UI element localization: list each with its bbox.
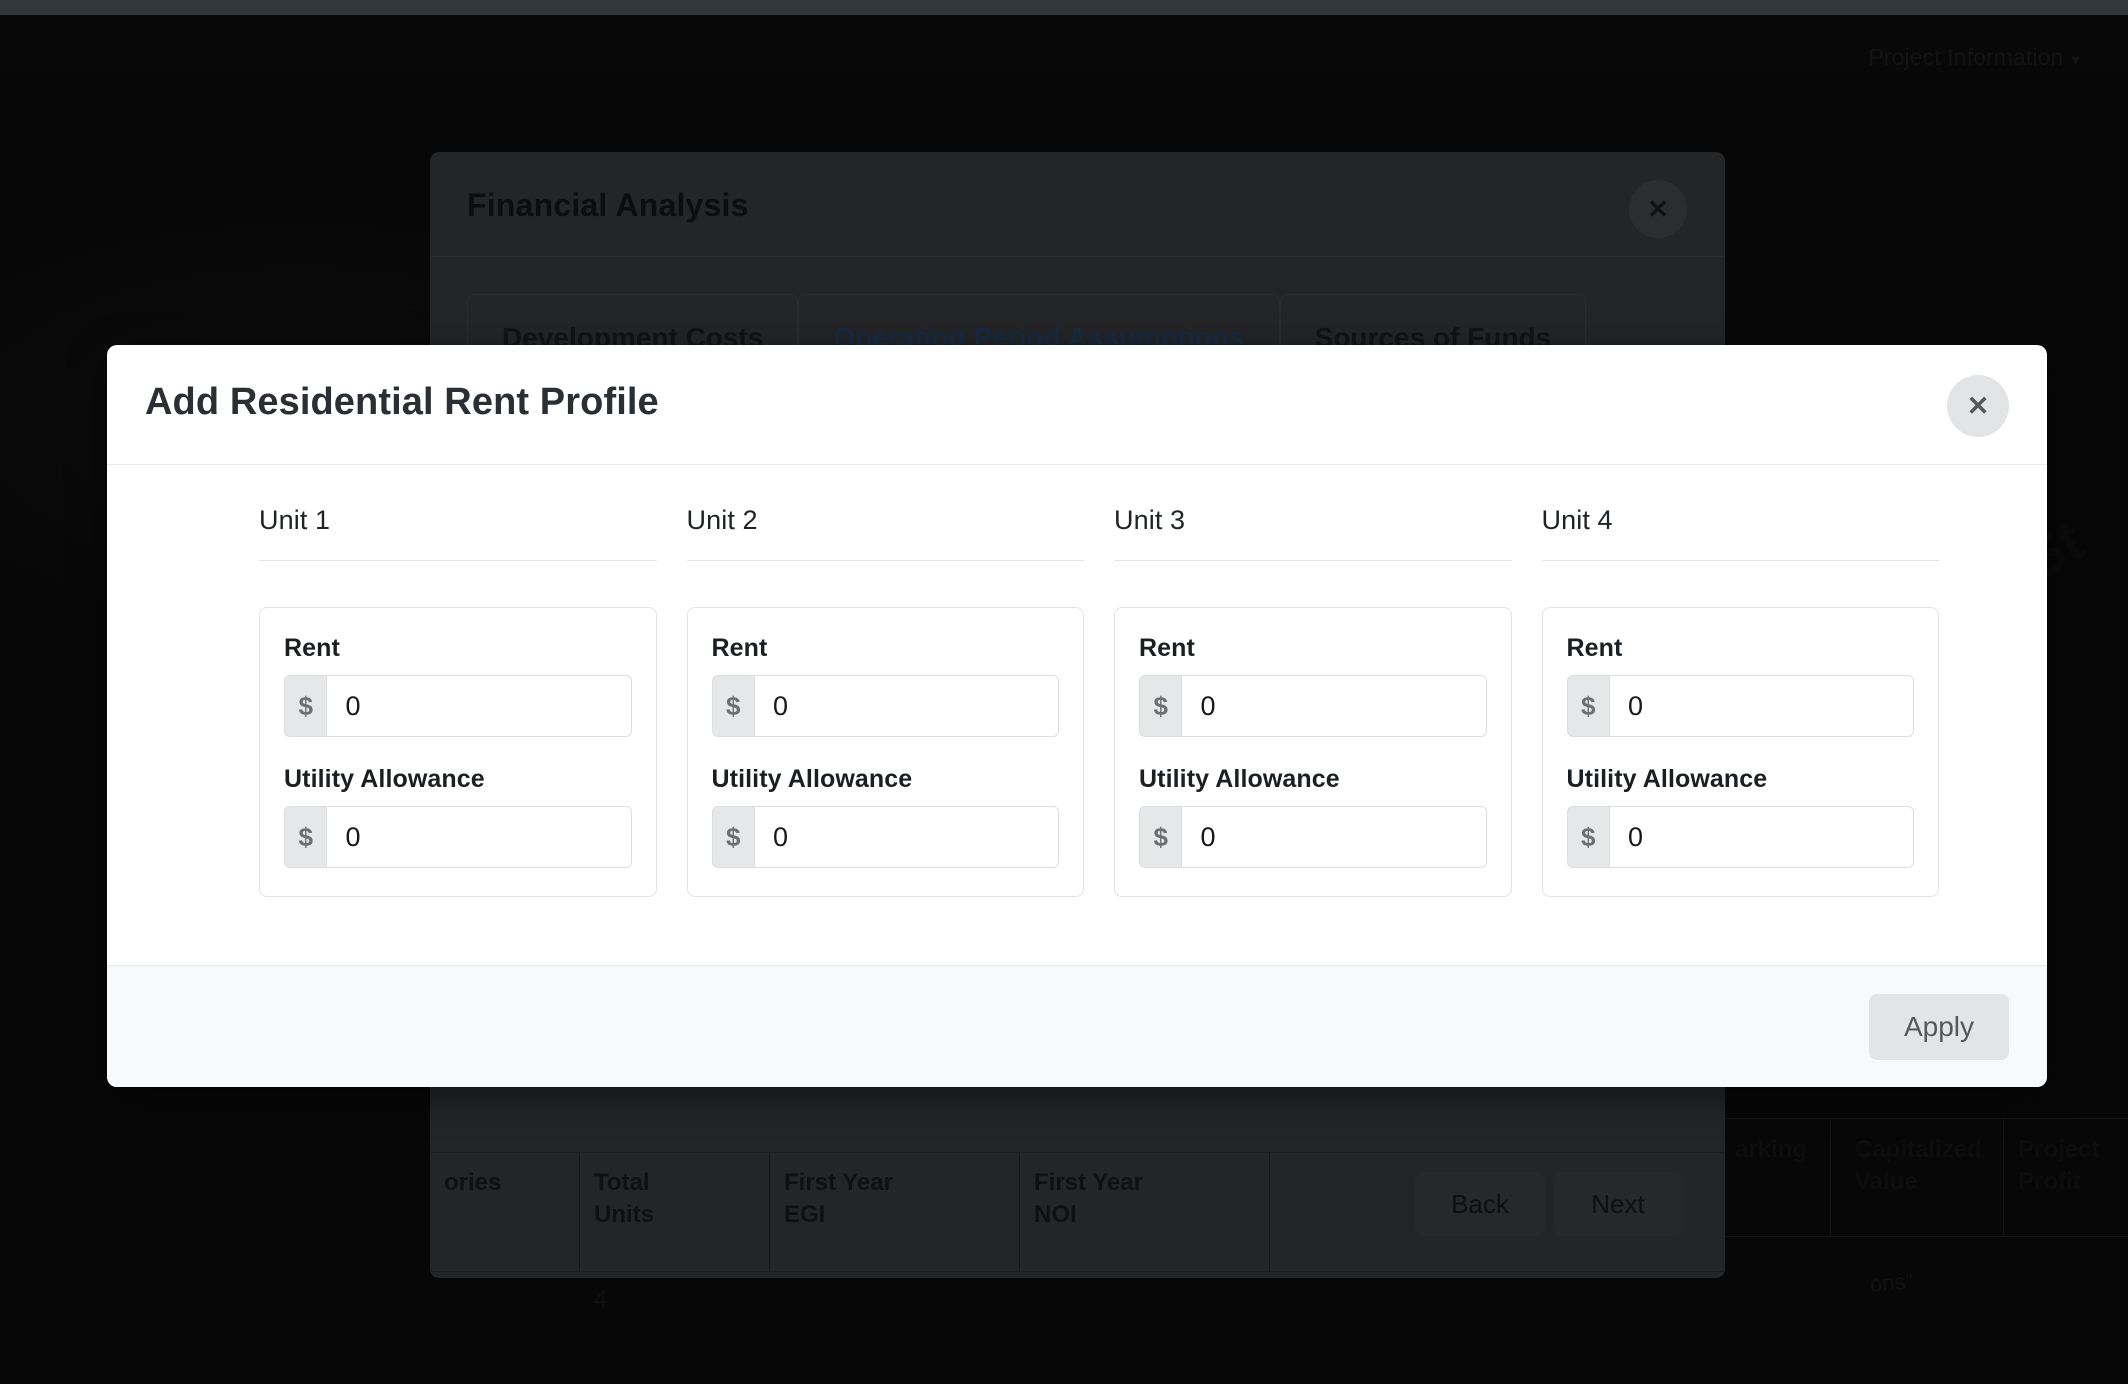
utility-allowance-input-group: $	[1566, 806, 1914, 868]
currency-icon: $	[284, 806, 327, 868]
background-table-header: ories	[430, 1153, 580, 1271]
unit-card: Rent $ Utility Allowance $	[259, 607, 657, 897]
unit-label: Unit 2	[686, 505, 1084, 561]
close-icon[interactable]: ✕	[1629, 180, 1687, 238]
currency-icon: $	[1566, 675, 1609, 737]
background-quote-text: ons"	[1869, 1268, 1915, 1297]
background-table-cell: 4	[594, 1286, 608, 1313]
background-table-header: First Year EGI	[770, 1153, 1020, 1271]
currency-icon: $	[284, 675, 327, 737]
rent-input-group: $	[711, 675, 1059, 737]
background-table-row: 4	[430, 1272, 1725, 1328]
rent-label: Rent	[1139, 634, 1195, 662]
dialog-title: Add Residential Rent Profile	[145, 381, 659, 423]
units-row: Unit 1 Rent $ Utility Allowance $	[107, 505, 2047, 897]
unit-card: Rent $ Utility Allowance $	[1114, 607, 1512, 897]
dialog-footer: Apply	[107, 965, 2047, 1087]
utility-allowance-input-group: $	[284, 806, 632, 868]
rent-label: Rent	[284, 634, 340, 662]
background-table-cell	[770, 1272, 1020, 1328]
utility-allowance-input[interactable]	[326, 806, 632, 868]
utility-allowance-input[interactable]	[1181, 806, 1487, 868]
unit-column-3: Unit 3 Rent $ Utility Allowance $	[1114, 505, 1512, 897]
rent-label: Rent	[711, 634, 768, 662]
app-navbar	[0, 15, 2128, 73]
dialog-header: Add Residential Rent Profile ✕	[107, 345, 2047, 465]
background-modal-footer: Back Next	[1415, 1172, 1683, 1236]
rent-input-group: $	[284, 675, 632, 737]
currency-icon: $	[1566, 806, 1609, 868]
chevron-down-icon: ▾	[2071, 50, 2080, 69]
rent-input[interactable]	[753, 675, 1059, 737]
background-table-cell	[1020, 1272, 1270, 1328]
unit-card: Rent $ Utility Allowance $	[686, 607, 1084, 897]
currency-icon: $	[1139, 806, 1182, 868]
screen-root: Project Information▾ ygaSt Financial Ana…	[0, 0, 2128, 1384]
dialog-body: Unit 1 Rent $ Utility Allowance $	[107, 465, 2047, 965]
currency-icon: $	[1139, 675, 1182, 737]
apply-button[interactable]: Apply	[1869, 993, 2009, 1060]
unit-column-1: Unit 1 Rent $ Utility Allowance $	[259, 505, 657, 897]
rent-input[interactable]	[1608, 675, 1914, 737]
unit-label: Unit 3	[1114, 505, 1512, 561]
close-icon[interactable]: ✕	[1947, 375, 2009, 437]
rent-label: Rent	[1566, 634, 1623, 662]
unit-card: Rent $ Utility Allowance $	[1541, 607, 1939, 897]
rent-input-group: $	[1139, 675, 1487, 737]
next-button[interactable]: Next	[1553, 1172, 1683, 1236]
rent-input-group: $	[1566, 675, 1914, 737]
background-modal-header: Financial Analysis ✕	[430, 152, 1725, 257]
currency-icon: $	[711, 675, 754, 737]
unit-column-2: Unit 2 Rent $ Utility Allowance $	[686, 505, 1084, 897]
nav-project-information-label: Project Information	[1868, 44, 2064, 70]
unit-column-4: Unit 4 Rent $ Utility Allowance $	[1541, 505, 1939, 897]
currency-icon: $	[711, 806, 754, 868]
rent-input[interactable]	[1181, 675, 1487, 737]
background-modal-title: Financial Analysis	[467, 187, 749, 223]
utility-allowance-label: Utility Allowance	[711, 765, 913, 793]
add-residential-rent-profile-dialog: Add Residential Rent Profile ✕ Unit 1 Re…	[107, 345, 2047, 1087]
background-table-header: Total Units	[580, 1153, 770, 1271]
app-top-bar	[0, 0, 2128, 15]
utility-allowance-input-group: $	[1139, 806, 1487, 868]
unit-label: Unit 1	[259, 505, 657, 561]
nav-project-information[interactable]: Project Information ▾	[1868, 44, 2080, 71]
back-button[interactable]: Back	[1415, 1172, 1545, 1236]
rent-input[interactable]	[326, 675, 632, 737]
background-table-cell	[430, 1272, 580, 1328]
utility-allowance-label: Utility Allowance	[1566, 765, 1768, 793]
utility-allowance-input-group: $	[711, 806, 1059, 868]
utility-allowance-label: Utility Allowance	[284, 765, 485, 793]
background-table-header: First Year NOI	[1020, 1153, 1270, 1271]
utility-allowance-label: Utility Allowance	[1139, 765, 1340, 793]
utility-allowance-input[interactable]	[753, 806, 1059, 868]
unit-label: Unit 4	[1541, 505, 1939, 561]
utility-allowance-input[interactable]	[1608, 806, 1914, 868]
